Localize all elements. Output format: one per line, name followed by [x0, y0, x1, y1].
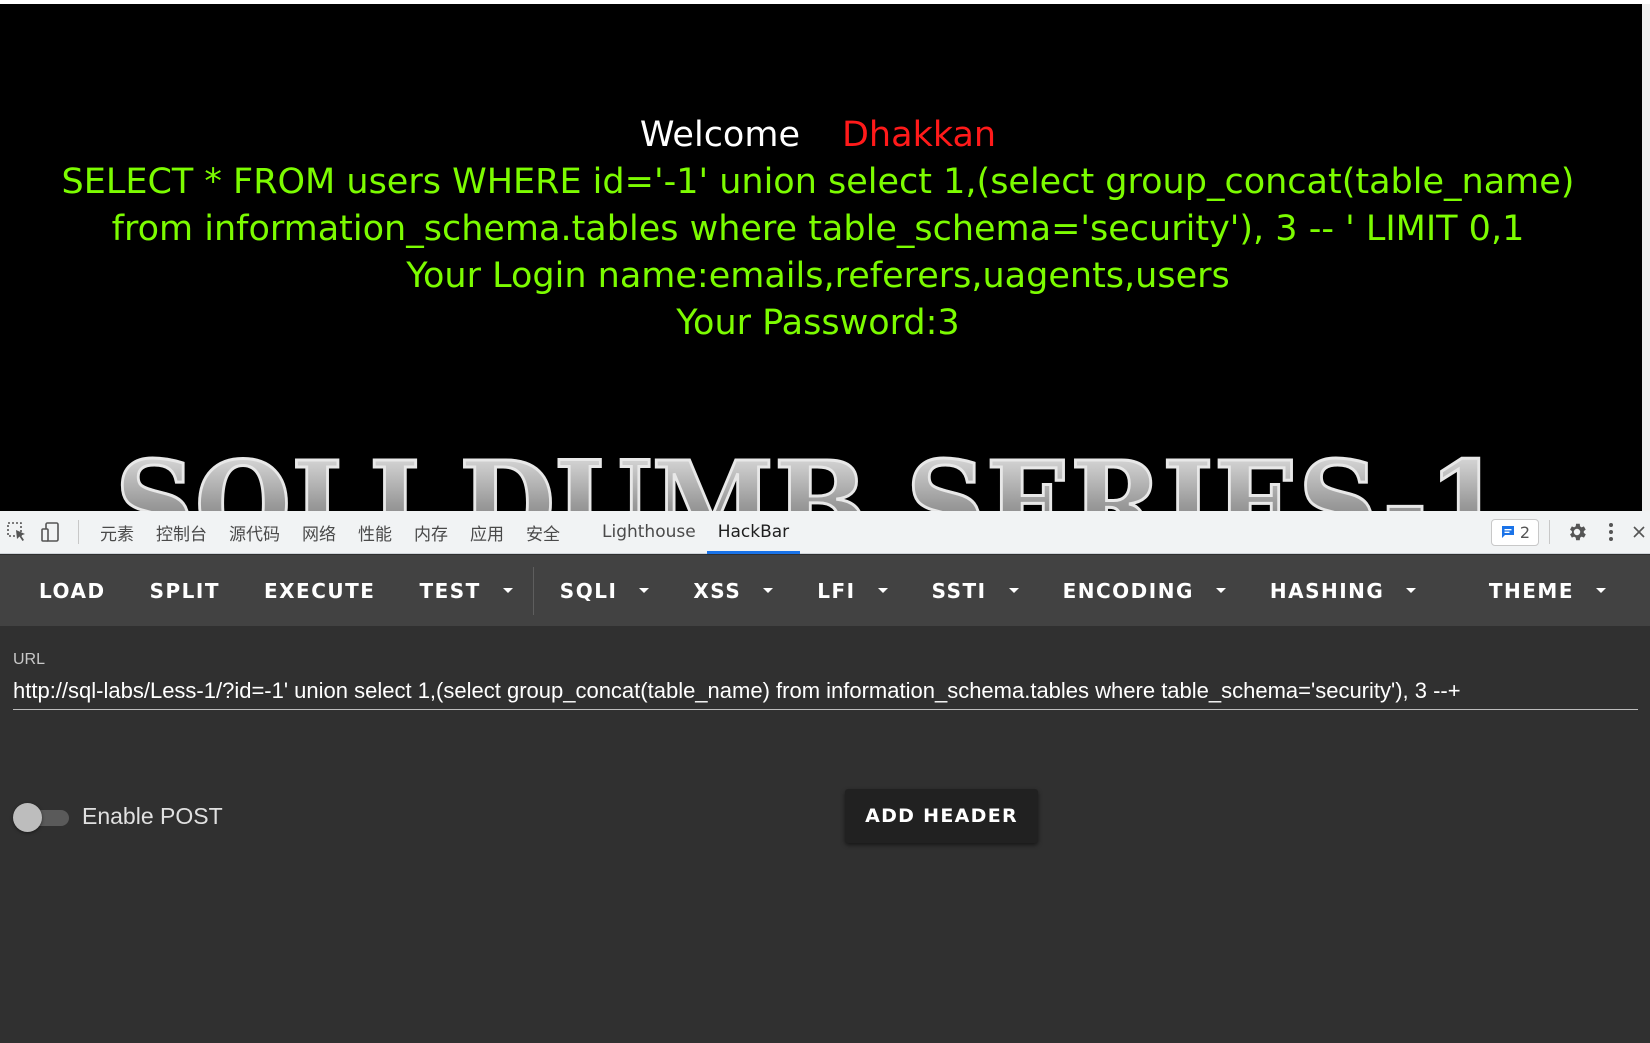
add-header-button[interactable]: ADD HEADER	[845, 789, 1038, 843]
split-label: SPLIT	[149, 578, 220, 603]
user-name: Dhakkan	[841, 115, 997, 155]
tab-security[interactable]: 安全	[515, 511, 571, 554]
xss-label: XSS	[693, 578, 742, 603]
encoding-dropdown[interactable]: ENCODING	[1045, 555, 1252, 626]
xss-dropdown[interactable]: XSS	[675, 555, 799, 626]
tab-performance[interactable]: 性能	[347, 511, 403, 554]
caret-down-icon	[1406, 588, 1417, 593]
issues-count: 2	[1519, 522, 1530, 542]
page-scrollbar[interactable]	[1642, 4, 1650, 511]
gear-icon[interactable]	[1560, 511, 1594, 554]
message-icon	[1501, 526, 1514, 538]
tab-separator	[1549, 520, 1550, 544]
caret-down-icon	[1215, 588, 1226, 593]
inspect-element-icon[interactable]	[0, 511, 34, 554]
test-label: TEST	[419, 578, 481, 603]
page-viewport: Welcome Dhakkan SELECT * FROM users WHERE…	[0, 0, 1650, 511]
tab-memory[interactable]: 内存	[403, 511, 459, 554]
tab-console[interactable]: 控制台	[145, 511, 218, 554]
ssti-label: SSTI	[931, 578, 987, 603]
execute-label: EXECUTE	[263, 578, 376, 603]
lfi-label: LFI	[817, 578, 856, 603]
url-label: URL	[13, 651, 46, 668]
enable-post-label: Enable POST	[82, 803, 223, 829]
sql-query-text: SELECT * FROM users WHERE id='-1' union …	[61, 162, 1575, 249]
welcome-line: Welcome Dhakkan	[0, 112, 1636, 159]
tab-lighthouse[interactable]: Lighthouse	[591, 511, 707, 554]
caret-down-icon	[1008, 588, 1019, 593]
enable-post-toggle[interactable]	[13, 802, 71, 832]
close-icon[interactable]	[1628, 511, 1650, 554]
execute-button[interactable]: EXECUTE	[246, 555, 401, 626]
sqli-label: SQLI	[559, 578, 618, 603]
password-text: Your Password:3	[676, 303, 960, 343]
ssti-dropdown[interactable]: SSTI	[914, 555, 1045, 626]
banner-text: SQLI DUMB SERIES-1	[115, 436, 1505, 511]
caret-down-icon	[502, 588, 513, 593]
url-input[interactable]: http://sql-labs/Less-1/?id=-1' union sel…	[13, 676, 1638, 710]
tab-hackbar[interactable]: HackBar	[706, 511, 801, 554]
theme-dropdown[interactable]: THEME	[1471, 555, 1650, 626]
welcome-text: Welcome	[639, 115, 800, 155]
toggle-knob	[13, 803, 42, 832]
theme-label: THEME	[1488, 578, 1574, 603]
tab-elements[interactable]: 元素	[89, 511, 145, 554]
issues-badge[interactable]: 2	[1490, 518, 1539, 546]
load-button[interactable]: LOAD	[0, 555, 132, 626]
hashing-label: HASHING	[1269, 578, 1385, 603]
toolbar-divider	[532, 566, 534, 615]
caret-down-icon	[877, 588, 888, 593]
tab-network[interactable]: 网络	[291, 511, 347, 554]
tab-application[interactable]: 应用	[459, 511, 515, 554]
hackbar-body: URL http://sql-labs/Less-1/?id=-1' union…	[0, 626, 1650, 1043]
caret-down-icon	[763, 588, 774, 593]
devtools-tab-bar: 元素 控制台 源代码 网络 性能 内存 应用 安全 Lighthouse Hac…	[0, 511, 1650, 554]
tab-separator	[78, 520, 79, 544]
hashing-dropdown[interactable]: HASHING	[1252, 555, 1434, 626]
split-button[interactable]: SPLIT	[132, 555, 246, 626]
sqli-dropdown[interactable]: SQLI	[540, 555, 676, 626]
hackbar-toolbar: LOAD SPLIT EXECUTE TEST SQLI XSS LFI SST…	[0, 555, 1650, 626]
sqli-dumb-series-banner: SQLI DUMB SERIES-1	[114, 436, 1507, 511]
tab-sources[interactable]: 源代码	[218, 511, 291, 554]
caret-down-icon	[1596, 588, 1606, 593]
caret-down-icon	[639, 588, 650, 593]
login-name-text: Your Login name:emails,referers,uagents,…	[406, 256, 1230, 296]
test-dropdown[interactable]: TEST	[401, 555, 526, 626]
result-message: Welcome Dhakkan SELECT * FROM users WHERE…	[0, 112, 1636, 347]
load-label: LOAD	[39, 578, 106, 603]
lfi-dropdown[interactable]: LFI	[799, 555, 913, 626]
device-toolbar-icon[interactable]	[34, 511, 68, 554]
more-options-icon[interactable]	[1594, 511, 1628, 554]
encoding-label: ENCODING	[1062, 578, 1194, 603]
devtools-right-controls: 2	[1490, 511, 1650, 554]
